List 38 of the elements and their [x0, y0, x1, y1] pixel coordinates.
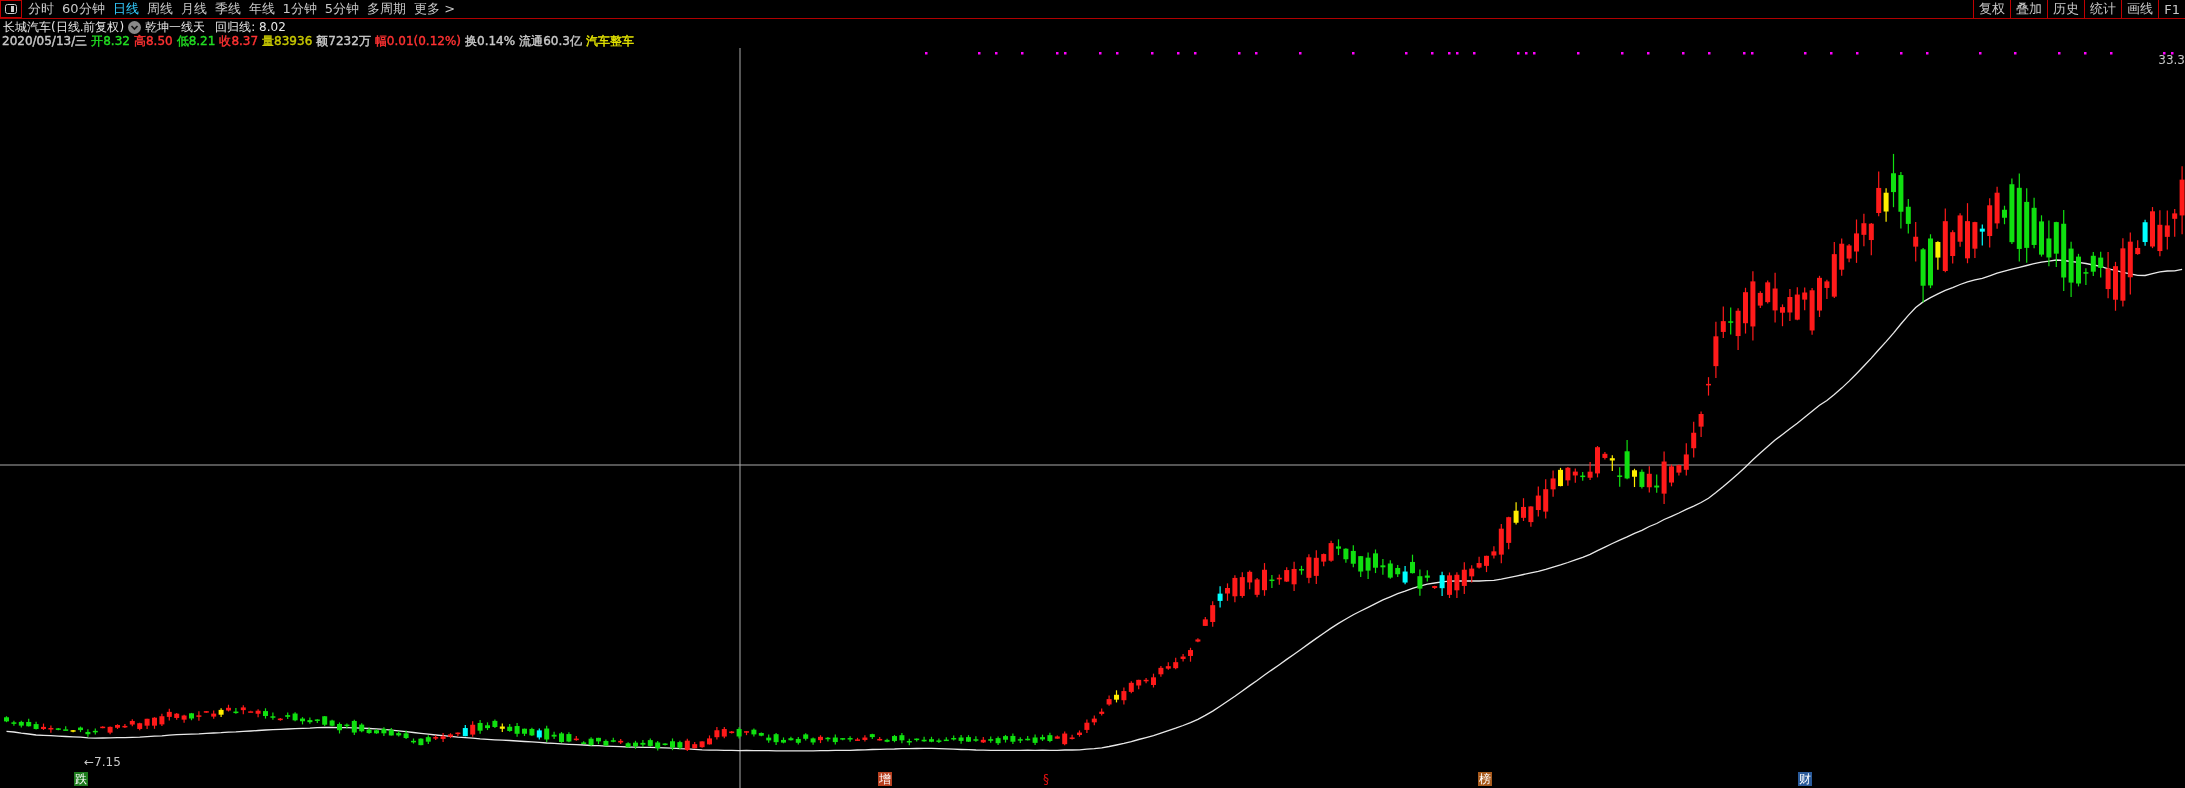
- period-tab[interactable]: 年线: [244, 0, 279, 18]
- low-price-label: ←7.15: [84, 755, 121, 769]
- quote-field: 流通60.3亿: [519, 33, 582, 50]
- stock-title: 长城汽车(日线.前复权): [3, 19, 125, 35]
- period-tab[interactable]: 多周期: [363, 0, 411, 18]
- period-tab[interactable]: 分时: [24, 0, 58, 18]
- period-tab[interactable]: 更多 >: [410, 0, 460, 18]
- toolbar-button[interactable]: 复权: [1973, 0, 2011, 18]
- price-label: 33.3: [2158, 53, 2185, 67]
- quote-field: 幅0.01(0.12%): [374, 33, 462, 50]
- toolbar-button[interactable]: 画线: [2121, 0, 2159, 18]
- quote-field: 汽车整车: [585, 33, 634, 50]
- quote-field: 2020/05/13/三: [2, 33, 88, 50]
- period-tab[interactable]: 1分钟: [278, 0, 321, 18]
- toolbar-button[interactable]: 叠加: [2010, 0, 2048, 18]
- event-marker[interactable]: 财: [1798, 772, 1812, 786]
- quote-field: 量83936: [262, 33, 313, 50]
- toolbar-button[interactable]: 统计: [2084, 0, 2122, 18]
- quote-field: 开8.32: [91, 33, 130, 50]
- event-marker[interactable]: 增: [878, 772, 892, 786]
- quote-field: 收8.37: [219, 33, 259, 50]
- period-tab[interactable]: 日线: [108, 0, 143, 18]
- event-marker[interactable]: 榜: [1478, 772, 1492, 786]
- quote-field: 高8.50: [133, 33, 173, 50]
- regression-value: 回归线: 8.02: [215, 19, 286, 35]
- event-marker[interactable]: §: [1042, 772, 1050, 786]
- quote-field: 额7232万: [316, 33, 371, 50]
- indicator-name: 乾坤一线天: [145, 19, 206, 35]
- period-tab[interactable]: 周线: [142, 0, 177, 18]
- quote-field: 换0.14%: [465, 33, 516, 50]
- quote-field: 低8.21: [176, 33, 216, 50]
- period-tab[interactable]: 季线: [210, 0, 245, 18]
- period-tab[interactable]: 月线: [176, 0, 211, 18]
- toolbar-button[interactable]: 历史: [2047, 0, 2085, 18]
- period-tab[interactable]: 60分钟: [58, 0, 109, 18]
- toolbar-button[interactable]: F1: [2158, 0, 2185, 18]
- event-marker[interactable]: 跌: [74, 772, 88, 786]
- period-tab[interactable]: 5分钟: [320, 0, 364, 18]
